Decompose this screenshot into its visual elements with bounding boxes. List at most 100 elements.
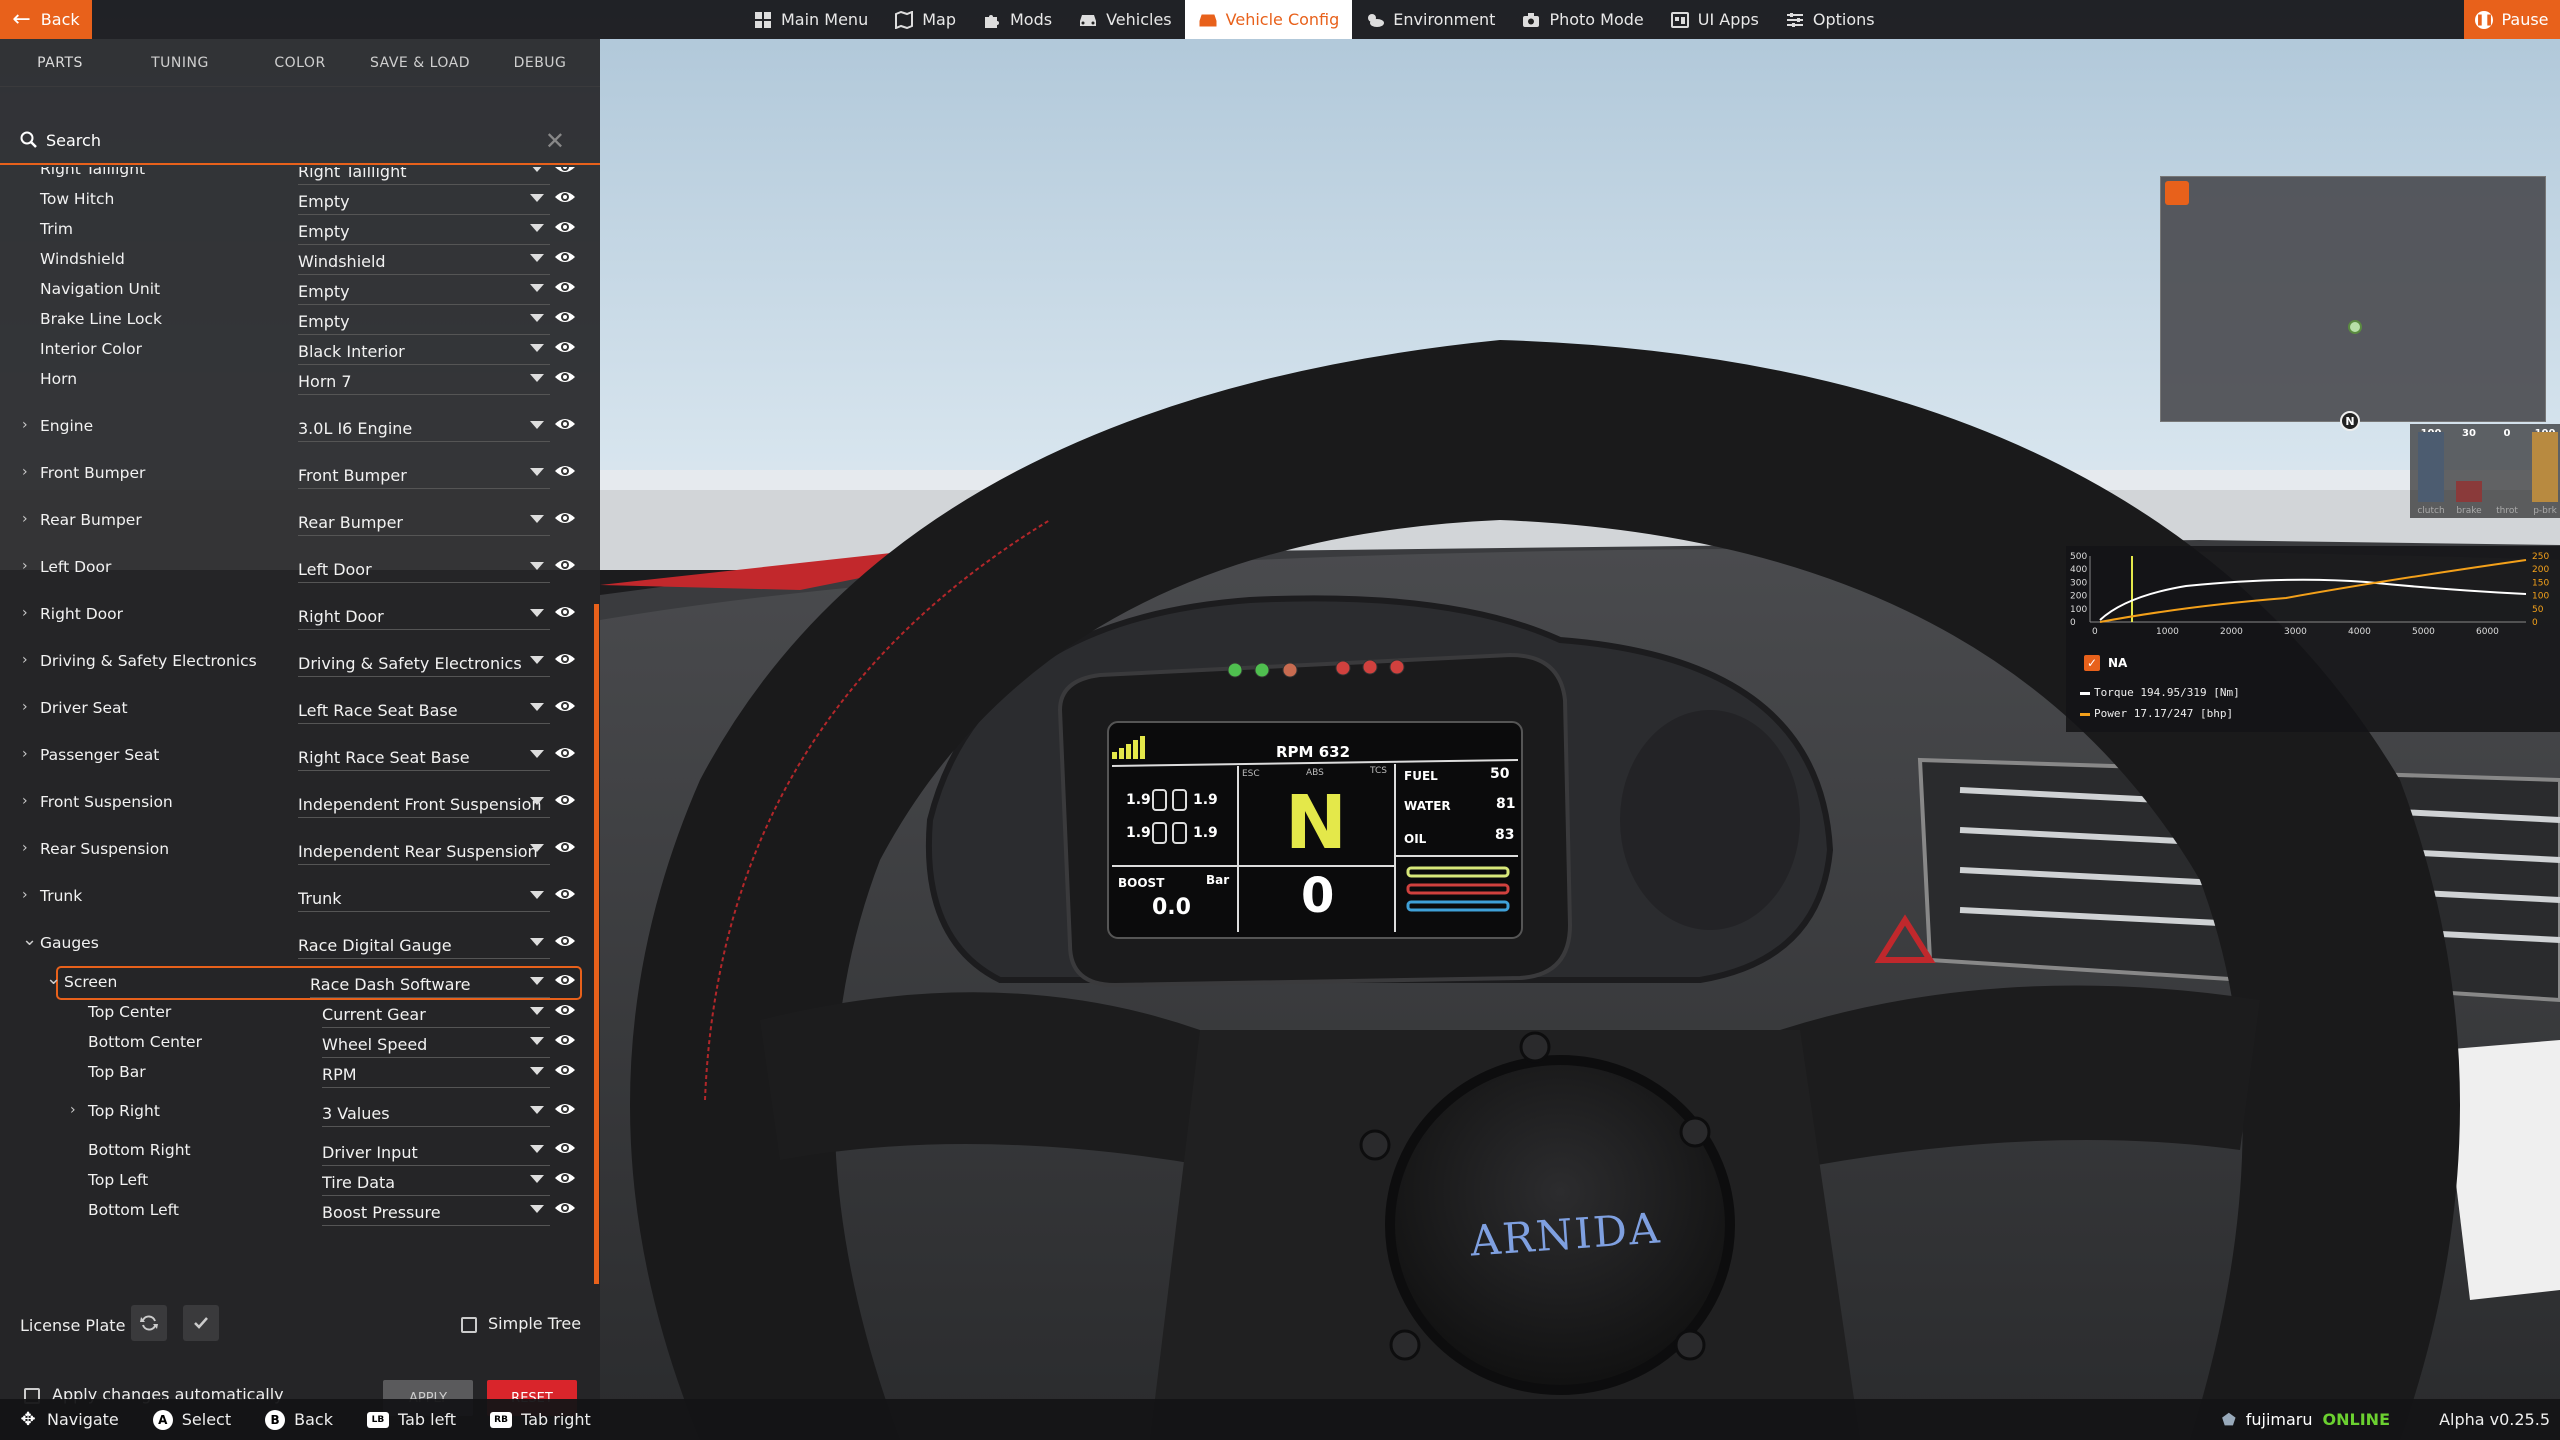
dropdown-arrow-icon[interactable]: [530, 703, 544, 711]
eye-icon[interactable]: [554, 510, 576, 530]
part-row-rear-bumper[interactable]: › Rear Bumper Rear Bumper: [0, 506, 594, 536]
part-row-horn[interactable]: Horn Horn 7: [0, 365, 594, 395]
chevron-down-icon[interactable]: ⌄: [22, 929, 37, 950]
part-row-driving-safety-electronics[interactable]: › Driving & Safety Electronics Driving & S…: [0, 647, 594, 677]
part-row-engine[interactable]: › Engine 3.0L I6 Engine: [0, 412, 594, 442]
eye-icon[interactable]: [554, 839, 576, 859]
part-select[interactable]: Black Interior: [298, 339, 550, 365]
part-row-brake-line-lock[interactable]: Brake Line Lock Empty: [0, 305, 594, 335]
hint-tab-right[interactable]: RB Tab right: [490, 1410, 591, 1430]
eye-icon[interactable]: [554, 792, 576, 812]
minimap[interactable]: [2160, 176, 2546, 422]
part-row-interior-color[interactable]: Interior Color Black Interior: [0, 335, 594, 365]
tab-parts[interactable]: PARTS: [0, 39, 120, 86]
chevron-right-icon[interactable]: ›: [22, 511, 34, 527]
panel-scrollbar[interactable]: [594, 604, 599, 1284]
dropdown-arrow-icon[interactable]: [530, 167, 544, 172]
back-button[interactable]: ← Back: [0, 0, 92, 39]
license-plate-randomize-button[interactable]: [131, 1305, 167, 1341]
tab-save-load[interactable]: SAVE & LOAD: [360, 39, 480, 86]
dropdown-arrow-icon[interactable]: [530, 344, 544, 352]
part-row-tow-hitch[interactable]: Tow Hitch Empty: [0, 185, 594, 215]
part-select[interactable]: Driver Input: [322, 1140, 550, 1166]
dropdown-arrow-icon[interactable]: [530, 938, 544, 946]
part-row-navigation-unit[interactable]: Navigation Unit Empty: [0, 275, 594, 305]
eye-icon[interactable]: [554, 339, 576, 359]
nav-vehicles[interactable]: Vehicles: [1065, 0, 1185, 39]
part-row-trim[interactable]: Trim Empty: [0, 215, 594, 245]
hint-navigate[interactable]: ✥ Navigate: [18, 1409, 118, 1430]
part-select[interactable]: Rear Bumper: [298, 510, 550, 536]
part-row-top-left[interactable]: Top Left Tire Data: [0, 1166, 594, 1196]
part-select[interactable]: Right Race Seat Base: [298, 745, 550, 771]
part-row-bottom-left[interactable]: Bottom Left Boost Pressure: [0, 1196, 594, 1226]
chevron-right-icon[interactable]: ›: [22, 793, 34, 809]
eye-icon[interactable]: [554, 1170, 576, 1190]
eye-icon[interactable]: [554, 1062, 576, 1082]
chevron-right-icon[interactable]: ›: [22, 746, 34, 762]
dropdown-arrow-icon[interactable]: [530, 1106, 544, 1114]
part-row-top-right[interactable]: › Top Right 3 Values: [0, 1097, 594, 1127]
part-select[interactable]: RPM: [322, 1062, 550, 1088]
dropdown-arrow-icon[interactable]: [530, 374, 544, 382]
eye-icon[interactable]: [554, 933, 576, 953]
dropdown-arrow-icon[interactable]: [530, 656, 544, 664]
part-row-top-bar[interactable]: Top Bar RPM: [0, 1058, 594, 1088]
part-select[interactable]: Race Digital Gauge: [298, 933, 550, 959]
eye-icon[interactable]: [554, 745, 576, 765]
hint-tab-left[interactable]: LB Tab left: [366, 1410, 456, 1430]
eye-icon[interactable]: [554, 167, 576, 179]
dropdown-arrow-icon[interactable]: [530, 421, 544, 429]
part-select[interactable]: Empty: [298, 219, 550, 245]
chevron-right-icon[interactable]: ›: [22, 652, 34, 668]
chevron-right-icon[interactable]: ›: [22, 417, 34, 433]
part-row-top-center[interactable]: Top Center Current Gear: [0, 998, 594, 1028]
eye-icon[interactable]: [554, 249, 576, 269]
part-select[interactable]: Left Race Seat Base: [298, 698, 550, 724]
search-input[interactable]: [46, 130, 526, 150]
chevron-down-icon[interactable]: ⌄: [46, 968, 61, 989]
nav-environment[interactable]: Environment: [1352, 0, 1508, 39]
chevron-right-icon[interactable]: ›: [22, 887, 34, 903]
eye-icon[interactable]: [554, 886, 576, 906]
nav-mods[interactable]: Mods: [969, 0, 1065, 39]
dropdown-arrow-icon[interactable]: [530, 515, 544, 523]
dropdown-arrow-icon[interactable]: [530, 1145, 544, 1153]
part-select[interactable]: Race Dash Software: [310, 972, 550, 998]
nav-ui-apps[interactable]: UI Apps: [1657, 0, 1772, 39]
part-select[interactable]: Boost Pressure: [322, 1200, 550, 1226]
part-select[interactable]: Empty: [298, 189, 550, 215]
part-row-front-bumper[interactable]: › Front Bumper Front Bumper: [0, 459, 594, 489]
part-select[interactable]: Wheel Speed: [322, 1032, 550, 1058]
part-select[interactable]: Independent Rear Suspension: [298, 839, 550, 865]
eye-icon[interactable]: [554, 219, 576, 239]
eye-icon[interactable]: [554, 1032, 576, 1052]
hint-select[interactable]: A Select: [152, 1409, 231, 1430]
chevron-right-icon[interactable]: ›: [22, 699, 34, 715]
eye-icon[interactable]: [554, 416, 576, 436]
eye-icon[interactable]: [554, 463, 576, 483]
part-row-driver-seat[interactable]: › Driver Seat Left Race Seat Base: [0, 694, 594, 724]
part-select[interactable]: Trunk: [298, 886, 550, 912]
part-row-windshield[interactable]: Windshield Windshield: [0, 245, 594, 275]
clear-search-icon[interactable]: ✕: [545, 127, 565, 155]
part-row-bottom-right[interactable]: Bottom Right Driver Input: [0, 1136, 594, 1166]
nav-vehicle-config[interactable]: Vehicle Config: [1184, 0, 1353, 39]
part-select[interactable]: Front Bumper: [298, 463, 550, 489]
dropdown-arrow-icon[interactable]: [530, 314, 544, 322]
dropdown-arrow-icon[interactable]: [530, 224, 544, 232]
dropdown-arrow-icon[interactable]: [530, 609, 544, 617]
eye-icon[interactable]: [554, 972, 576, 992]
part-row-left-door[interactable]: › Left Door Left Door: [0, 553, 594, 583]
part-select[interactable]: Left Door: [298, 557, 550, 583]
eye-icon[interactable]: [554, 1140, 576, 1160]
part-row-right-taillight[interactable]: Right Taillight Right Taillight: [0, 167, 594, 185]
eye-icon[interactable]: [554, 557, 576, 577]
chevron-right-icon[interactable]: ›: [70, 1102, 82, 1118]
dropdown-arrow-icon[interactable]: [530, 468, 544, 476]
part-row-rear-suspension[interactable]: › Rear Suspension Independent Rear Suspens…: [0, 835, 594, 865]
tab-debug[interactable]: DEBUG: [480, 39, 600, 86]
chevron-right-icon[interactable]: ›: [22, 464, 34, 480]
dropdown-arrow-icon[interactable]: [530, 194, 544, 202]
dropdown-arrow-icon[interactable]: [530, 284, 544, 292]
